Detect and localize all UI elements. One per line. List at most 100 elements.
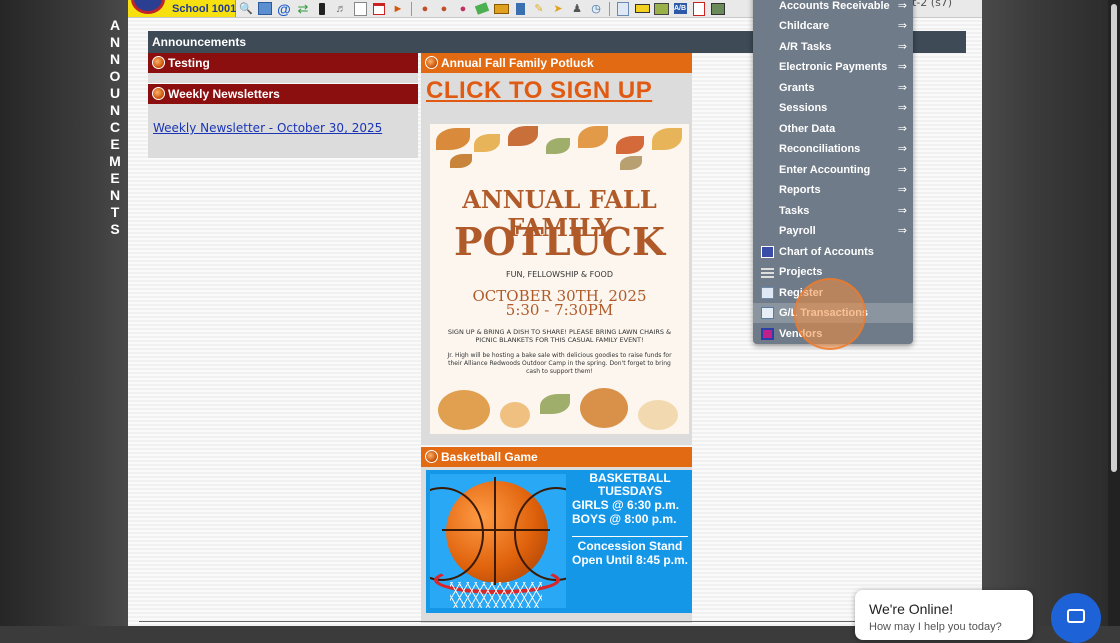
submenu-arrow-icon: ⇒ xyxy=(897,224,907,237)
register-icon xyxy=(761,287,774,299)
click-highlight-ring xyxy=(794,278,866,350)
phone-icon[interactable] xyxy=(314,2,330,16)
topright-fragment: t-2 (s7) xyxy=(912,0,953,9)
chat-bubble[interactable]: We're Online! How may I help you today? xyxy=(855,590,1033,640)
submenu-arrow-icon: ⇒ xyxy=(897,142,907,155)
ab-icon[interactable]: A/B xyxy=(672,2,688,16)
menu-item-label: Grants xyxy=(779,82,815,94)
megaphone-icon[interactable]: ► xyxy=(390,2,406,16)
net-icon xyxy=(450,582,542,608)
people-icon[interactable]: ● xyxy=(455,2,471,16)
flyer-instructions: SIGN UP & BRING A DISH TO SHARE! PLEASE … xyxy=(447,328,672,344)
menu-item-label: Reports xyxy=(779,184,821,196)
magnifier-icon[interactable]: 🔍 xyxy=(238,2,254,16)
exchange-icon[interactable]: ⇄ xyxy=(295,1,311,16)
menu-item-chart-of-accounts[interactable]: Chart of Accounts xyxy=(753,242,913,262)
toolbar-separator xyxy=(411,1,412,16)
announcement-icon xyxy=(152,87,165,100)
note-icon[interactable]: ✎ xyxy=(531,2,547,16)
arrow-icon[interactable]: ➤ xyxy=(550,2,566,16)
menu-item-enter-accounting[interactable]: Enter Accounting ⇒ xyxy=(753,160,913,180)
document-icon[interactable] xyxy=(615,1,631,16)
potluck-title-text: Annual Fall Family Potluck xyxy=(441,56,594,70)
scrollbar[interactable] xyxy=(1108,0,1120,626)
school-seal-icon xyxy=(131,0,165,14)
ledger-icon[interactable] xyxy=(512,2,528,16)
money-icon[interactable] xyxy=(710,2,726,16)
basketball-line4: BOYS @ 8:00 p.m. xyxy=(572,512,677,526)
announcement-icon xyxy=(425,450,438,463)
basketball-line5: Concession Stand xyxy=(577,539,683,553)
menu-item-sessions[interactable]: Sessions ⇒ xyxy=(753,98,913,118)
menu-item-reports[interactable]: Reports ⇒ xyxy=(753,180,913,200)
gl-transactions-icon xyxy=(761,307,774,319)
signup-link[interactable]: CLICK TO SIGN UP xyxy=(426,77,652,105)
flyer-tagline: FUN, FELLOWSHIP & FOOD xyxy=(506,270,613,279)
person-icon[interactable]: ● xyxy=(436,2,452,16)
newsletters-panel-title: Weekly Newsletters xyxy=(148,84,418,104)
leaf-decoration xyxy=(436,128,470,150)
menu-item-label: Childcare xyxy=(779,20,830,32)
submenu-arrow-icon: ⇒ xyxy=(897,19,907,32)
pdf-icon[interactable] xyxy=(691,1,707,16)
basketball-title-text: Basketball Game xyxy=(441,450,538,464)
basketball-divider xyxy=(572,536,688,537)
submenu-arrow-icon: ⇒ xyxy=(897,183,907,196)
menu-item-label: Other Data xyxy=(779,123,836,135)
menu-item-payroll[interactable]: Payroll ⇒ xyxy=(753,221,913,241)
leaf-decoration xyxy=(474,134,500,152)
submenu-arrow-icon: ⇒ xyxy=(897,0,907,12)
calendar-icon[interactable] xyxy=(371,2,387,16)
submenu-arrow-icon: ⇒ xyxy=(897,163,907,176)
newsletters-title-text: Weekly Newsletters xyxy=(168,87,280,101)
toolbar-separator xyxy=(609,1,610,16)
menu-item-label: Electronic Payments xyxy=(779,61,888,73)
right-background xyxy=(982,0,1120,626)
spreadsheet-icon[interactable] xyxy=(257,2,273,16)
speaker-icon[interactable]: ♬ xyxy=(333,2,349,16)
testing-panel-body xyxy=(148,73,418,83)
menu-item-childcare[interactable]: Childcare ⇒ xyxy=(753,16,913,36)
school-name: School 1001 xyxy=(172,3,237,15)
basketball-line6: Open Until 8:45 p.m. xyxy=(571,553,688,567)
menu-item-other-data[interactable]: Other Data ⇒ xyxy=(753,119,913,139)
basketball-flyer[interactable]: BASKETBALL TUESDAYS GIRLS @ 6:30 p.m. BO… xyxy=(426,470,692,613)
users-icon[interactable]: ♟ xyxy=(569,2,585,16)
menu-item-electronic-payments[interactable]: Electronic Payments ⇒ xyxy=(753,57,913,77)
school-logo[interactable]: School 1001 xyxy=(128,0,236,17)
person-icon[interactable]: ● xyxy=(417,2,433,16)
vertical-announcements-title: ANN OUN CEM ENT S xyxy=(109,17,121,237)
leaf-decoration xyxy=(652,128,682,150)
scrollbar-thumb[interactable] xyxy=(1111,4,1117,472)
menu-item-grants[interactable]: Grants ⇒ xyxy=(753,78,913,98)
leaf-decoration xyxy=(616,136,644,154)
basketball-line2: TUESDAYS xyxy=(597,484,663,498)
menu-item-tasks[interactable]: Tasks ⇒ xyxy=(753,201,913,221)
menu-item-label: Enter Accounting xyxy=(779,164,871,176)
clock-icon[interactable]: ◷ xyxy=(588,2,604,16)
testing-title-text: Testing xyxy=(168,56,210,70)
menu-item-label: Payroll xyxy=(779,225,816,237)
newsletter-link[interactable]: Weekly Newsletter - October 30, 2025 xyxy=(153,121,382,135)
leaf-decoration xyxy=(508,126,538,146)
wallet-icon[interactable] xyxy=(474,2,490,16)
leaf-decoration xyxy=(546,138,570,154)
submenu-arrow-icon: ⇒ xyxy=(897,101,907,114)
announcement-icon xyxy=(152,56,165,69)
potluck-flyer[interactable]: ANNUAL FALL FAMILY POTLUCK FUN, FELLOWSH… xyxy=(430,124,689,434)
at-sign-icon[interactable]: @ xyxy=(276,2,292,16)
menu-item-accounts-receivable[interactable]: Accounts Receivable ⇒ xyxy=(753,0,913,16)
menu-item-reconciliations[interactable]: Reconciliations ⇒ xyxy=(753,139,913,159)
card-icon[interactable] xyxy=(634,2,650,16)
menu-item-ar-tasks[interactable]: A/R Tasks ⇒ xyxy=(753,37,913,57)
ticket-icon[interactable] xyxy=(493,2,509,16)
leaf-decoration xyxy=(620,156,642,170)
leaf-decoration xyxy=(450,154,472,168)
printer-icon[interactable] xyxy=(653,2,669,16)
submenu-arrow-icon: ⇒ xyxy=(897,204,907,217)
chart-of-accounts-icon xyxy=(761,246,774,258)
announcement-icon xyxy=(425,56,438,69)
menu-item-label: Projects xyxy=(779,266,823,278)
notepad-icon[interactable] xyxy=(352,1,368,16)
chat-launcher-button[interactable] xyxy=(1051,593,1101,643)
